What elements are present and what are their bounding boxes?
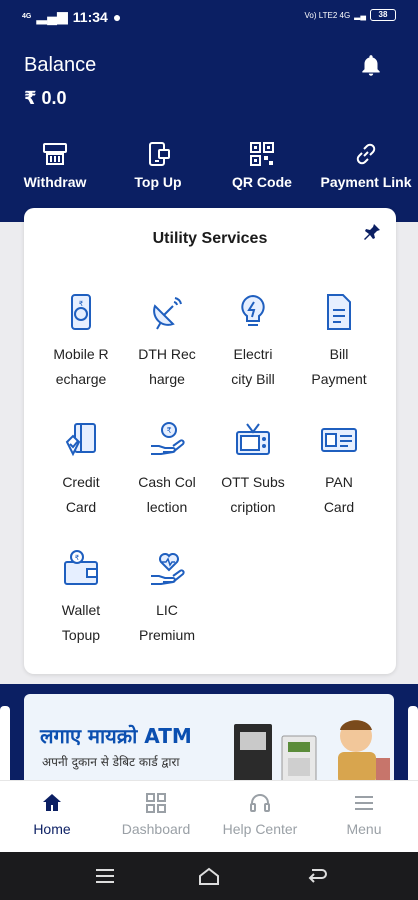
service-pan-card[interactable]: PAN Card: [296, 420, 382, 520]
system-navigation-bar: [0, 852, 418, 900]
service-label: Electri: [233, 346, 273, 362]
micro-atm-banner[interactable]: लगाए मायक्रो ATM अपनी दुकान से डेबिट कार…: [24, 694, 394, 784]
service-mobile-recharge[interactable]: ₹ Mobile R echarge: [38, 292, 124, 392]
header: Balance ₹ 0.0 Withdraw Top Up QR Code Pa…: [0, 34, 418, 222]
signal-icon-right: ▂▄: [354, 10, 366, 20]
withdraw-label: Withdraw: [23, 174, 87, 190]
satellite-dish-icon: [153, 297, 182, 330]
utility-services-card: Utility Services ₹ Mobile R echarge DTH …: [24, 208, 396, 674]
recents-icon[interactable]: [94, 866, 116, 886]
home-button-icon[interactable]: [198, 866, 220, 886]
qr-code-button[interactable]: QR Code: [207, 140, 317, 192]
top-up-label: Top Up: [134, 174, 182, 190]
service-label: Card: [323, 499, 355, 515]
service-label: city Bill: [231, 371, 275, 387]
service-lic-premium[interactable]: LIC Premium: [124, 548, 210, 648]
dashboard-icon: [146, 793, 166, 813]
chat-icon: ●: [112, 8, 122, 25]
nav-label: Menu: [346, 821, 382, 837]
service-dth-recharge[interactable]: DTH Rec harge: [124, 292, 210, 392]
nav-label: Help Center: [222, 821, 298, 837]
service-wallet-topup[interactable]: ₹ Wallet Topup: [38, 548, 124, 648]
svg-text:₹: ₹: [79, 300, 84, 308]
pin-icon[interactable]: [362, 222, 382, 242]
service-label: lection: [146, 499, 188, 515]
balance-label: Balance: [24, 54, 97, 76]
menu-icon: [355, 796, 373, 810]
nav-label: Home: [33, 821, 71, 837]
nav-dashboard[interactable]: Dashboard: [104, 791, 208, 839]
payment-link-button[interactable]: Payment Link: [311, 140, 418, 192]
bottom-navigation: Home Dashboard Help Center Menu: [0, 780, 418, 852]
id-card-icon: [321, 428, 357, 452]
service-label: DTH Rec: [138, 346, 196, 362]
home-icon: [43, 794, 61, 811]
topup-icon: [149, 142, 170, 166]
headset-icon: [250, 794, 270, 812]
service-label: echarge: [55, 371, 107, 387]
link-icon: [356, 143, 376, 165]
top-up-button[interactable]: Top Up: [103, 140, 213, 192]
atm-machine-illustration: [234, 720, 390, 784]
service-label: Cash Col: [138, 474, 196, 490]
network-indicator: 4G: [22, 13, 32, 20]
svg-text:₹: ₹: [75, 554, 80, 562]
nav-label: Dashboard: [121, 821, 191, 837]
battery-icon: 38: [370, 9, 396, 21]
credit-card-icon: [65, 423, 96, 457]
banner-subline: अपनी दुकान से डेबिट कार्ड द्वारा: [42, 755, 180, 769]
service-label: OTT Subs: [221, 474, 285, 490]
service-label: harge: [149, 371, 185, 387]
service-bill-payment[interactable]: Bill Payment: [296, 292, 382, 392]
service-label: Payment: [311, 371, 367, 387]
tv-icon: [236, 423, 270, 455]
network-indicator-right: Vo) LTE2 4G: [304, 10, 351, 20]
service-label: LIC: [156, 602, 178, 618]
service-ott-subscription[interactable]: OTT Subs cription: [210, 420, 296, 520]
qr-code-icon: [250, 142, 274, 166]
banner-next-edge: [408, 706, 418, 784]
wallet-icon: ₹: [64, 550, 98, 585]
service-label: Mobile R: [53, 346, 109, 362]
banner-headline: लगाए मायक्रो ATM: [40, 724, 192, 748]
banner-prev-edge: [0, 706, 10, 784]
status-time: 11:34: [72, 8, 108, 25]
service-label: PAN: [325, 474, 353, 490]
nav-menu[interactable]: Menu: [312, 791, 416, 839]
service-label: Topup: [61, 627, 101, 643]
heart-hand-icon: [151, 553, 185, 585]
nav-home[interactable]: Home: [0, 791, 104, 839]
signal-icon: ▂▄▆: [36, 8, 68, 24]
bank-icon: [43, 143, 67, 165]
service-label: Credit: [62, 474, 100, 490]
svg-text:₹: ₹: [166, 426, 171, 435]
balance-value: ₹ 0.0: [24, 88, 67, 108]
nav-help-center[interactable]: Help Center: [208, 791, 312, 839]
service-cash-collection[interactable]: ₹ Cash Col lection: [124, 420, 210, 520]
service-label: Wallet: [61, 602, 101, 618]
cash-hand-icon: ₹: [151, 422, 185, 455]
service-label: Premium: [138, 627, 195, 643]
payment-link-label: Payment Link: [320, 174, 412, 190]
service-label: Bill: [329, 346, 349, 362]
back-icon[interactable]: [306, 866, 328, 886]
service-label: Card: [65, 499, 97, 515]
banner-carousel[interactable]: लगाए मायक्रो ATM अपनी दुकान से डेबिट कार…: [0, 684, 418, 784]
notification-bell-icon[interactable]: [358, 52, 384, 80]
withdraw-button[interactable]: Withdraw: [0, 140, 110, 192]
bulb-icon: [241, 294, 265, 326]
status-bar: 4G ▂▄▆ 11:34 ● Vo) LTE2 4G ▂▄ 38: [0, 0, 418, 34]
service-label: cription: [230, 499, 276, 515]
bill-icon: [327, 294, 351, 330]
service-electricity-bill[interactable]: Electri city Bill: [210, 292, 296, 392]
mobile-icon: ₹: [71, 294, 91, 330]
service-credit-card[interactable]: Credit Card: [38, 420, 124, 520]
qr-code-label: QR Code: [232, 174, 292, 190]
utility-services-title: Utility Services: [152, 230, 268, 247]
